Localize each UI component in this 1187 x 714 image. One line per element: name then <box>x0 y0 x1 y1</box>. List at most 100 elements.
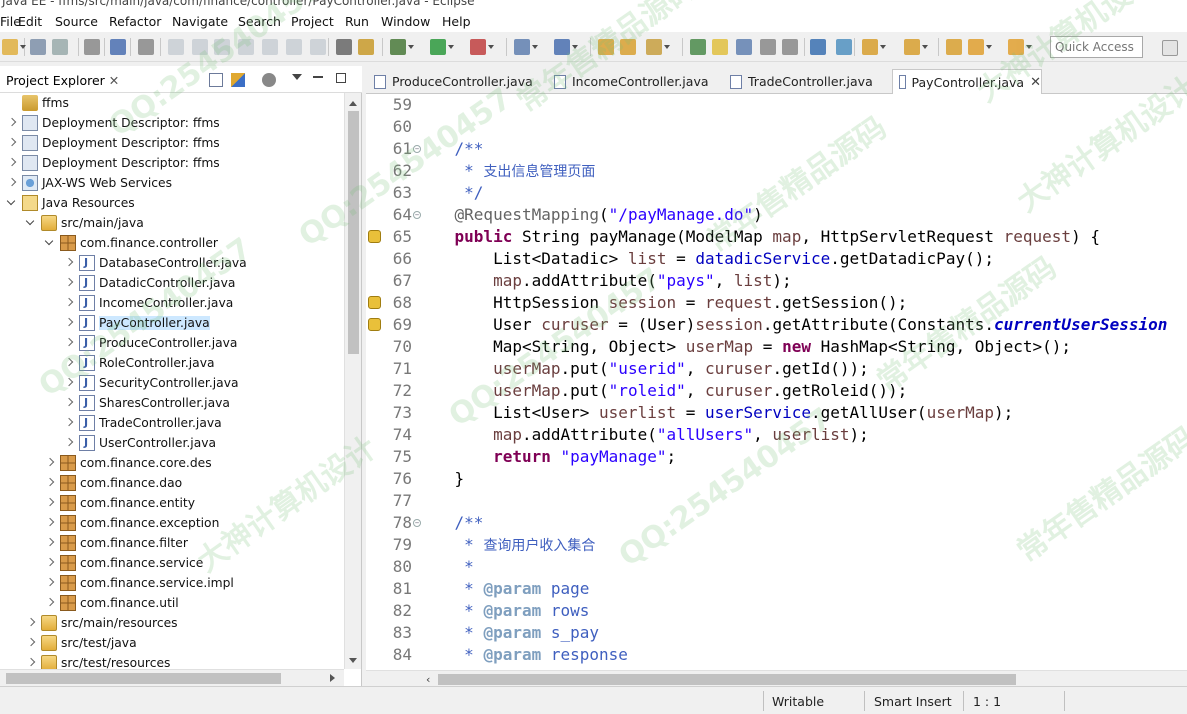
tree-item[interactable]: Deployment Descriptor: ffms <box>6 113 220 133</box>
code-line[interactable]: 67 map.addAttribute("pays", list); <box>366 270 1187 292</box>
tree-item[interactable]: DatabaseController.java <box>63 253 247 273</box>
tree-item[interactable]: TradeController.java <box>63 413 222 433</box>
collapse-arrow-icon[interactable] <box>44 493 56 513</box>
tree-item[interactable]: UserController.java <box>63 433 216 453</box>
collapse-arrow-icon[interactable] <box>44 553 56 573</box>
tree-item[interactable]: ProduceController.java <box>63 333 237 353</box>
tree-item[interactable]: RoleController.java <box>63 353 215 373</box>
code-line[interactable]: 72 userMap.put("roleid", curuser.getRole… <box>366 380 1187 402</box>
tree-item[interactable]: com.finance.exception <box>44 513 219 533</box>
terminate-icon[interactable] <box>214 39 230 55</box>
code-area[interactable]: 59 60 61− /** 62 * 支出信息管理页面 63 */64− @Reques… <box>366 94 1187 670</box>
collapse-arrow-icon[interactable] <box>44 473 56 493</box>
code-line[interactable]: 71 userMap.put("userid", curuser.getId()… <box>366 358 1187 380</box>
menu-refactor[interactable]: Refactor <box>109 14 170 29</box>
scroll-right-arrow-icon[interactable] <box>330 674 339 682</box>
expand-arrow-icon[interactable] <box>25 213 37 233</box>
code-line[interactable]: 69 User curuser = (User)session.getAttri… <box>366 314 1187 336</box>
tree-item[interactable]: SecurityController.java <box>63 373 239 393</box>
use-step-filters-icon[interactable] <box>358 39 374 55</box>
open-task-icon[interactable] <box>620 39 636 55</box>
editor-tab[interactable]: ProduceController.java <box>368 69 544 94</box>
code-line[interactable]: 83 * @param s_pay <box>366 622 1187 644</box>
open-type-icon[interactable] <box>598 39 614 55</box>
menu-source[interactable]: Source <box>55 14 107 29</box>
resume-icon[interactable] <box>168 39 184 55</box>
tree-item[interactable]: com.finance.util <box>44 593 179 613</box>
code-line[interactable]: 82 * @param rows <box>366 600 1187 622</box>
tree-item[interactable]: com.finance.core.des <box>44 453 212 473</box>
code-line[interactable]: 70 Map<String, Object> userMap = new Has… <box>366 336 1187 358</box>
tree-item[interactable]: com.finance.dao <box>44 473 182 493</box>
code-line[interactable]: 74 map.addAttribute("allUsers", userlist… <box>366 424 1187 446</box>
editor-tab[interactable]: PayController.java ✕ <box>892 69 1042 94</box>
editor-hscroll-thumb[interactable] <box>438 674 1016 685</box>
step-over-icon[interactable] <box>286 39 302 55</box>
collapse-all-icon[interactable] <box>209 73 223 87</box>
expand-arrow-icon[interactable] <box>6 193 18 213</box>
code-line[interactable]: 73 List<User> userlist = userService.get… <box>366 402 1187 424</box>
view-filter-icon[interactable] <box>262 73 276 87</box>
menu-help[interactable]: Help <box>442 14 480 29</box>
next-annotation-icon[interactable] <box>862 39 886 55</box>
toggle-java-icon[interactable] <box>836 39 852 55</box>
collapse-arrow-icon[interactable] <box>6 133 18 153</box>
collapse-arrow-icon[interactable] <box>44 573 56 593</box>
tree-item[interactable]: com.finance.controller <box>44 233 218 253</box>
code-line[interactable]: 77 <box>366 490 1187 512</box>
menu-window[interactable]: Window <box>381 14 439 29</box>
forward-icon[interactable] <box>1008 39 1032 55</box>
toggle-mark-occurrences-icon[interactable] <box>712 39 728 55</box>
tree-item[interactable]: Java Resources <box>6 193 135 213</box>
collapse-arrow-icon[interactable] <box>63 373 75 393</box>
tree-item[interactable]: SharesController.java <box>63 393 230 413</box>
last-edit-location-icon[interactable] <box>946 39 962 55</box>
tree-item[interactable]: src/main/resources <box>25 613 178 633</box>
collapse-arrow-icon[interactable] <box>25 613 37 633</box>
collapse-arrow-icon[interactable] <box>63 273 75 293</box>
code-line[interactable]: 84 * @param response <box>366 644 1187 666</box>
collapse-arrow-icon[interactable] <box>63 433 75 453</box>
tree-scroll-thumb[interactable] <box>348 111 359 354</box>
tree-vertical-scrollbar[interactable] <box>344 93 361 669</box>
code-line[interactable]: 61− /** <box>366 138 1187 160</box>
collapse-arrow-icon[interactable] <box>63 313 75 333</box>
warning-marker-icon[interactable] <box>368 230 381 243</box>
new-server-icon[interactable] <box>514 39 538 55</box>
disconnect-icon[interactable] <box>238 39 254 55</box>
scroll-down-arrow-icon[interactable] <box>349 658 357 667</box>
collapse-arrow-icon[interactable] <box>44 533 56 553</box>
collapse-arrow-icon[interactable] <box>63 413 75 433</box>
tree-item[interactable]: DatadicController.java <box>63 273 235 293</box>
menu-navigate[interactable]: Navigate <box>172 14 237 29</box>
code-line[interactable]: 60 <box>366 116 1187 138</box>
quick-access-input[interactable] <box>1050 36 1143 58</box>
step-return-icon[interactable] <box>310 39 326 55</box>
code-line[interactable]: 63 */ <box>366 182 1187 204</box>
code-line[interactable]: 62 * 支出信息管理页面 <box>366 160 1187 182</box>
step-into-icon[interactable] <box>262 39 278 55</box>
suspend-icon[interactable] <box>192 39 208 55</box>
tree-item[interactable]: IncomeController.java <box>63 293 233 313</box>
tree-item[interactable]: src/test/java <box>25 633 137 653</box>
menu-edit[interactable]: Edit <box>18 14 51 29</box>
toggle-annotation-icon[interactable] <box>690 39 706 55</box>
code-line[interactable]: 79 * 查询用户收入集合 <box>366 534 1187 556</box>
menu-project[interactable]: Project <box>291 14 343 29</box>
link-with-editor-icon[interactable] <box>231 73 245 87</box>
search-icon[interactable] <box>646 39 670 55</box>
scroll-left-arrow-icon[interactable]: ‹ <box>426 673 430 686</box>
close-view-icon[interactable]: ✕ <box>109 73 119 88</box>
view-menu-icon[interactable] <box>292 74 302 85</box>
scroll-up-arrow-icon[interactable] <box>349 97 357 106</box>
tree-item[interactable]: com.finance.service.impl <box>44 573 234 593</box>
debug-icon[interactable] <box>390 39 414 55</box>
collapse-arrow-icon[interactable] <box>6 153 18 173</box>
back-icon[interactable] <box>968 39 992 55</box>
tree-item[interactable]: com.finance.entity <box>44 493 195 513</box>
collapse-arrow-icon[interactable] <box>44 513 56 533</box>
collapse-arrow-icon[interactable] <box>25 653 37 669</box>
menu-run[interactable]: Run <box>345 14 378 29</box>
warning-marker-icon[interactable] <box>368 296 381 309</box>
new-class-icon[interactable] <box>554 39 578 55</box>
